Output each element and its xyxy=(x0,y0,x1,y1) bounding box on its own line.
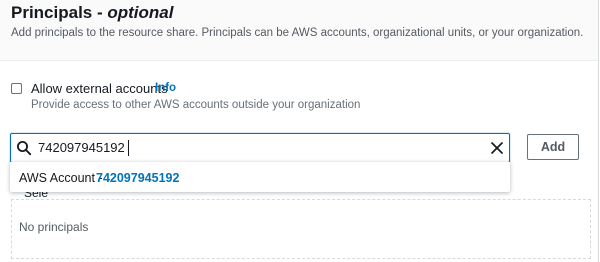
suggestion-prefix: AWS Account - xyxy=(19,171,103,185)
principals-panel: Principals - optional Add principals to … xyxy=(0,0,599,262)
principals-list: No principals xyxy=(11,199,591,259)
section-title: Principals - optional xyxy=(11,3,173,23)
allow-external-accounts-description: Provide access to other AWS accounts out… xyxy=(31,99,361,111)
suggestion-match: 742097945192 xyxy=(96,171,180,185)
section-description: Add principals to the resource share. Pr… xyxy=(11,27,584,39)
principal-search-input[interactable]: 742097945192 xyxy=(10,133,510,163)
add-button[interactable]: Add xyxy=(527,134,579,160)
suggestion-option-aws-account[interactable]: AWS Account - 742097945192 xyxy=(10,162,510,192)
empty-principals-text: No principals xyxy=(19,220,89,234)
section-title-text: Principals - xyxy=(11,3,108,22)
optional-label: optional xyxy=(107,3,174,22)
close-icon[interactable] xyxy=(489,140,505,156)
allow-external-accounts-label[interactable]: Allow external accounts xyxy=(31,81,168,96)
text-cursor xyxy=(128,140,129,156)
suggestion-dropdown: AWS Account - 742097945192 xyxy=(10,162,510,192)
section-header: Principals - optional Add principals to … xyxy=(0,0,598,61)
search-icon xyxy=(17,141,32,156)
allow-external-accounts-checkbox[interactable] xyxy=(11,83,22,94)
search-input-value[interactable]: 742097945192 xyxy=(38,140,125,155)
info-link[interactable]: Info xyxy=(155,82,176,94)
